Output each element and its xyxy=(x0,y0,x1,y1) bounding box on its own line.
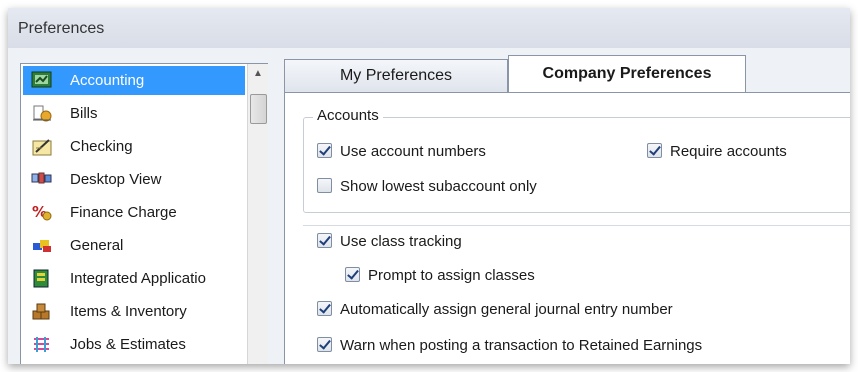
warn-retained-earnings-checkbox[interactable]: Warn when posting a transaction to Retai… xyxy=(317,337,702,354)
title-bar: Preferences xyxy=(8,8,850,48)
jobs-estimates-icon xyxy=(31,334,53,354)
tab-company-preferences[interactable]: Company Preferences xyxy=(508,55,746,93)
checkbox-icon xyxy=(317,143,332,158)
sidebar-item-jobs-estimates[interactable]: Jobs & Estimates xyxy=(23,330,245,359)
window-title: Preferences xyxy=(18,20,105,37)
preference-tabs: My Preferences Company Preferences xyxy=(284,55,844,93)
sidebar-item-label: Integrated Applicatio xyxy=(70,270,206,287)
require-accounts-checkbox[interactable]: Require accounts xyxy=(647,143,787,160)
scroll-up-icon[interactable]: ▲ xyxy=(248,64,268,84)
bills-icon xyxy=(31,103,53,123)
sidebar-item-bills[interactable]: Bills xyxy=(23,99,245,128)
sidebar-item-label: Bills xyxy=(70,105,98,122)
scroll-thumb[interactable] xyxy=(250,94,267,124)
finance-charge-icon: % xyxy=(31,202,53,222)
checkbox-icon xyxy=(317,337,332,352)
desktop-view-icon xyxy=(31,169,53,189)
checkbox-icon xyxy=(345,267,360,282)
integrated-applications-icon xyxy=(31,268,53,288)
use-class-tracking-checkbox[interactable]: Use class tracking xyxy=(317,233,462,250)
use-account-numbers-checkbox[interactable]: Use account numbers xyxy=(317,143,486,160)
checkbox-icon xyxy=(647,143,662,158)
accounts-groupbox xyxy=(303,117,850,213)
sidebar-item-accounting[interactable]: Accounting xyxy=(23,66,245,95)
accounting-icon xyxy=(31,70,53,90)
auto-assign-journal-number-checkbox[interactable]: Automatically assign general journal ent… xyxy=(317,301,673,318)
sidebar-item-label: Accounting xyxy=(70,72,145,89)
checking-icon xyxy=(31,136,53,156)
sidebar-item-general[interactable]: General xyxy=(23,231,245,260)
sidebar-item-integrated-applications[interactable]: Integrated Applicatio xyxy=(23,264,245,293)
sidebar-item-label: Jobs & Estimates xyxy=(70,336,186,353)
prompt-assign-classes-checkbox[interactable]: Prompt to assign classes xyxy=(345,267,535,284)
accounts-group-title: Accounts xyxy=(313,107,383,124)
preferences-window: Preferences Accounting Bills Checking De… xyxy=(8,8,850,364)
company-preferences-panel: Accounts Use account numbers Require acc… xyxy=(284,92,850,364)
sidebar-item-label: General xyxy=(70,237,124,254)
sidebar-item-finance-charge[interactable]: % Finance Charge xyxy=(23,198,245,227)
divider xyxy=(303,225,850,226)
checkbox-icon xyxy=(317,233,332,248)
sidebar-item-label: Checking xyxy=(70,138,133,155)
sidebar-item-items-inventory[interactable]: Items & Inventory xyxy=(23,297,245,326)
sidebar-item-label: Desktop View xyxy=(70,171,162,188)
general-icon xyxy=(31,235,53,255)
preferences-category-list: Accounting Bills Checking Desktop View %… xyxy=(20,63,268,364)
sidebar-item-label: Items & Inventory xyxy=(70,303,187,320)
sidebar-item-checking[interactable]: Checking xyxy=(23,132,245,161)
tab-my-preferences[interactable]: My Preferences xyxy=(284,59,508,93)
show-lowest-subaccount-checkbox[interactable]: Show lowest subaccount only xyxy=(317,178,537,195)
sidebar-item-desktop-view[interactable]: Desktop View xyxy=(23,165,245,194)
items-inventory-icon xyxy=(31,301,53,321)
checkbox-icon xyxy=(317,178,332,193)
category-scrollbar[interactable]: ▲ xyxy=(247,64,268,364)
sidebar-item-label: Finance Charge xyxy=(70,204,177,221)
checkbox-icon xyxy=(317,301,332,316)
